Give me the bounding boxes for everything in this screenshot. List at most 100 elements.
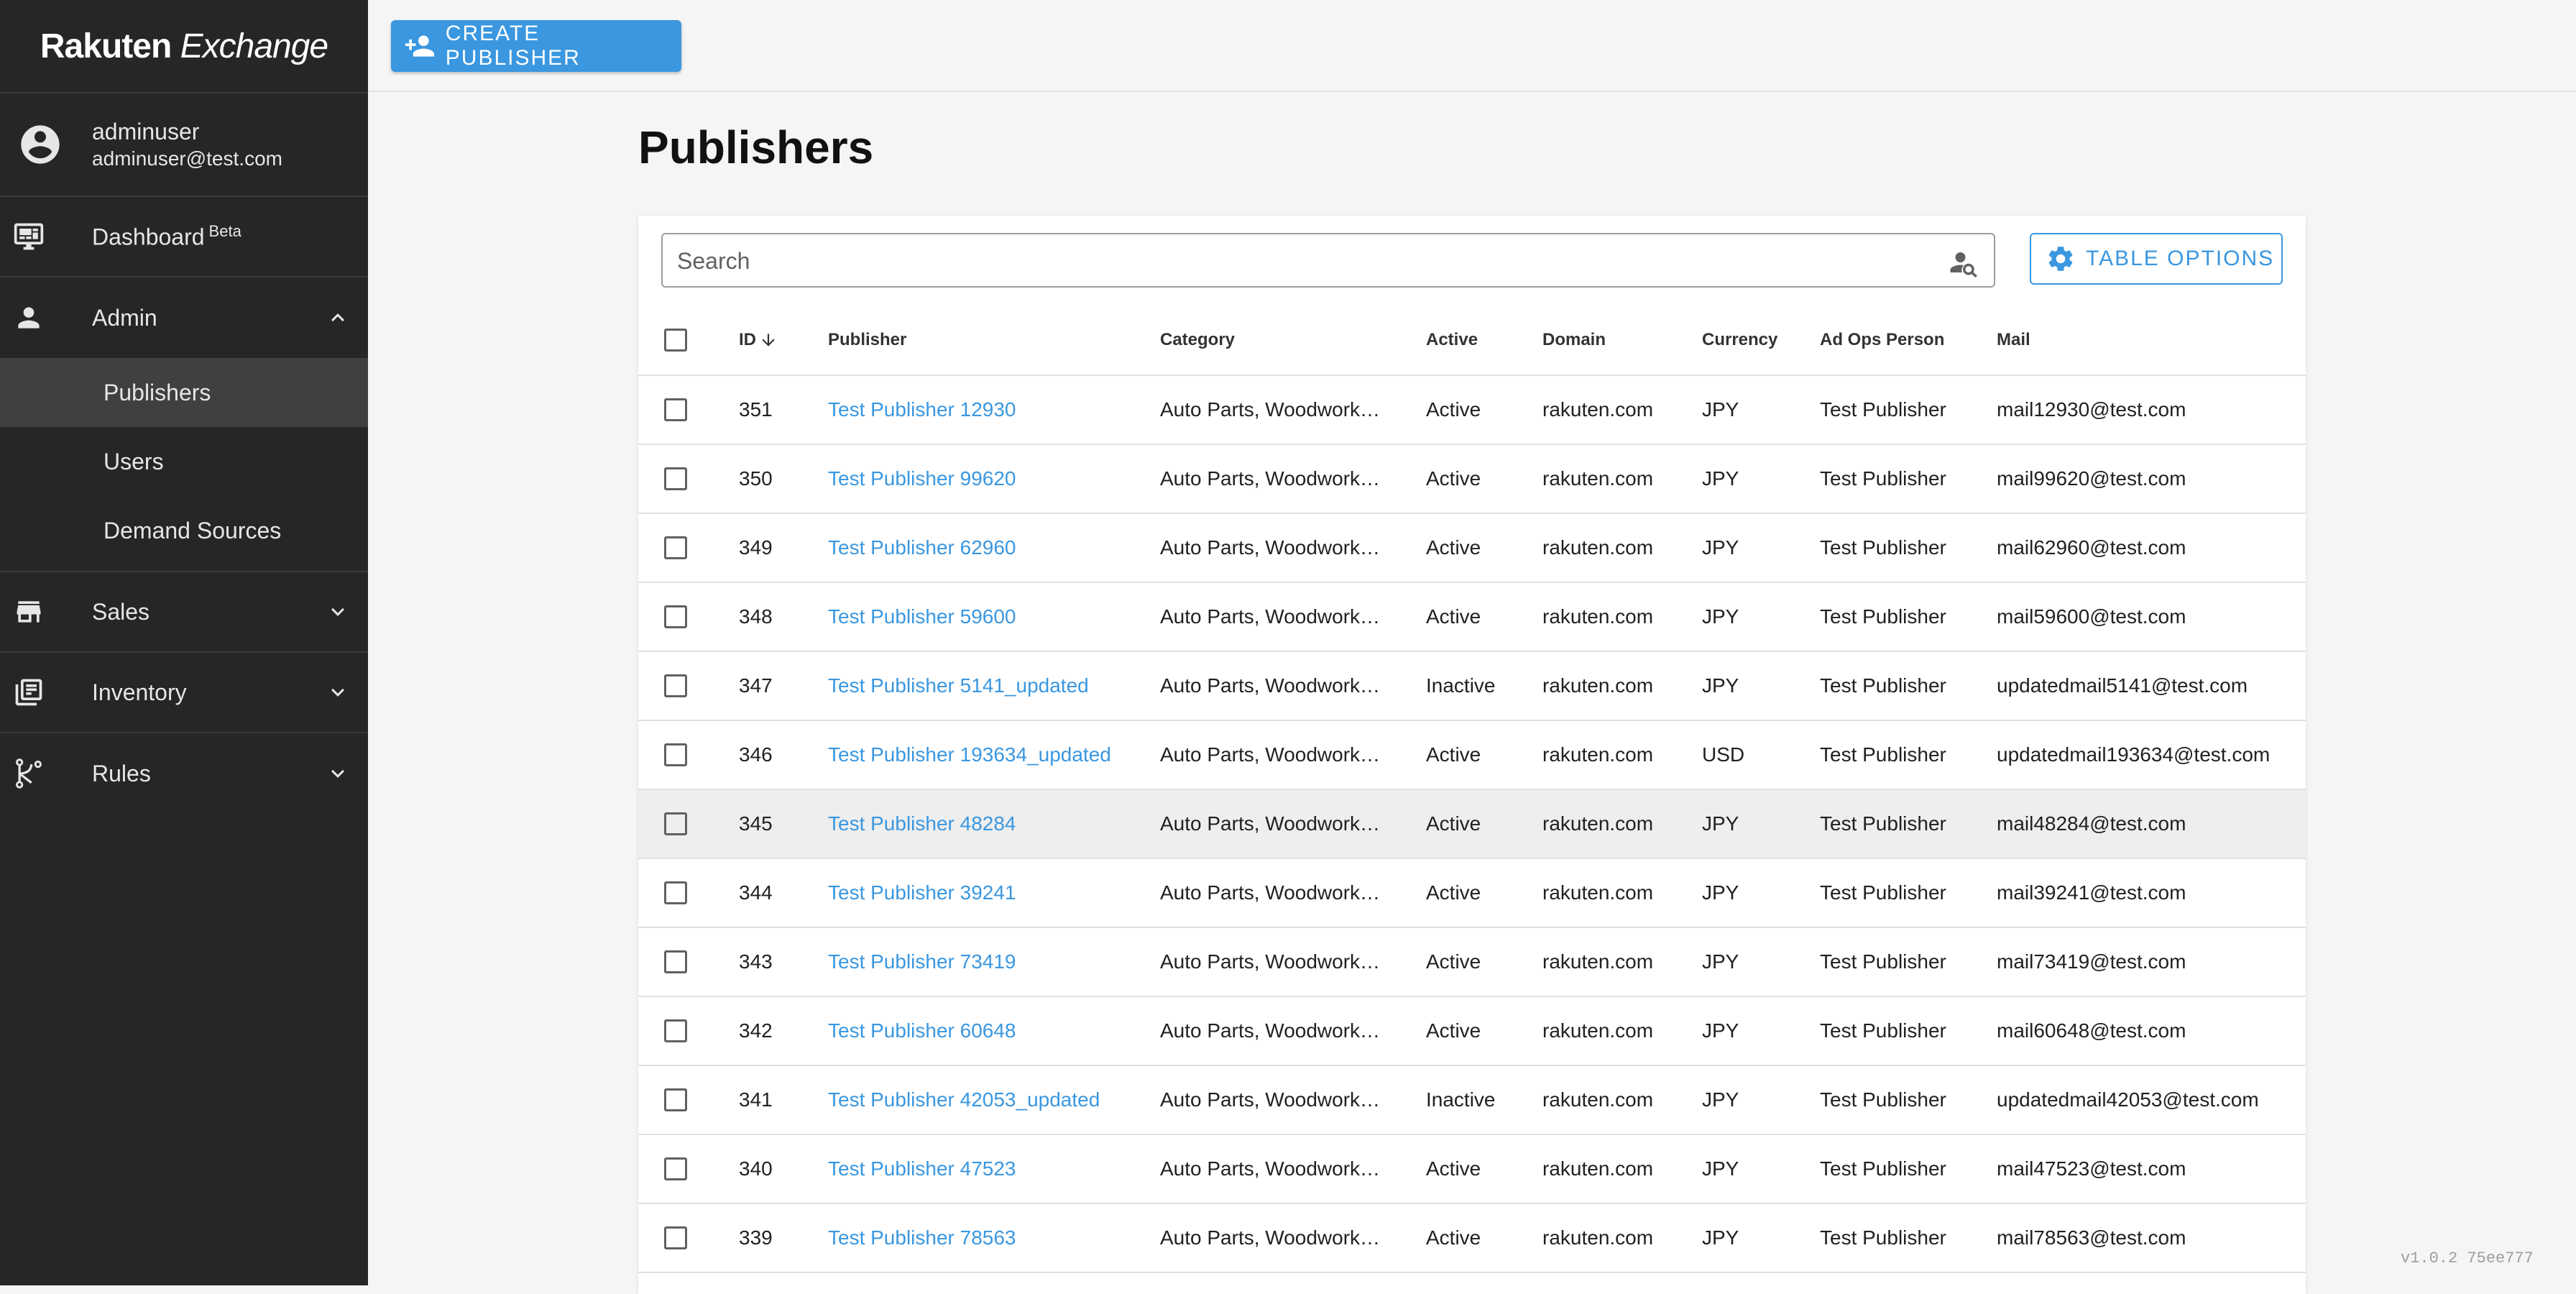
search-field[interactable]: [661, 233, 1995, 288]
publisher-link[interactable]: Test Publisher 62960: [828, 536, 1016, 559]
table-row[interactable]: 341 Test Publisher 42053_updated Auto Part…: [638, 1065, 2306, 1134]
publisher-link[interactable]: Test Publisher 12930: [828, 398, 1016, 421]
cell-mail: mail48284@test.com: [1997, 812, 2186, 835]
column-header-mail[interactable]: Mail: [1997, 305, 2306, 376]
row-checkbox[interactable]: [664, 1088, 687, 1111]
publisher-link[interactable]: Test Publisher 42053_updated: [828, 1088, 1100, 1111]
row-checkbox[interactable]: [664, 881, 687, 904]
chevron-down-icon[interactable]: [325, 679, 351, 705]
cell-active: Active: [1426, 1019, 1481, 1042]
table-row[interactable]: 350 Test Publisher 99620 Auto Parts, Woodw…: [638, 444, 2306, 513]
cell-mail: mail60648@test.com: [1997, 1019, 2186, 1042]
publisher-link[interactable]: Test Publisher 193634_updated: [828, 743, 1111, 766]
chevron-down-icon[interactable]: [325, 761, 351, 786]
nav-sales-label: Sales: [92, 598, 150, 625]
row-checkbox[interactable]: [664, 743, 687, 766]
table-row[interactable]: 351 Test Publisher 12930 Auto Parts, Woodw…: [638, 375, 2306, 444]
chevron-down-icon[interactable]: [325, 599, 351, 625]
person-search-icon[interactable]: [1948, 247, 1978, 277]
cell-domain: rakuten.com: [1542, 398, 1654, 421]
table-row[interactable]: 340 Test Publisher 47523 Auto Parts, Woodw…: [638, 1134, 2306, 1203]
create-publisher-button[interactable]: CREATE PUBLISHER: [391, 20, 681, 72]
create-publisher-label: CREATE PUBLISHER: [445, 22, 581, 70]
table-row[interactable]: 346 Test Publisher 193634_updated Auto Par…: [638, 720, 2306, 789]
table-row[interactable]: 339 Test Publisher 78563 Auto Parts, Woodw…: [638, 1203, 2306, 1272]
row-select-cell: [638, 444, 739, 513]
column-header-adops[interactable]: Ad Ops Person: [1820, 305, 1997, 376]
column-header-currency[interactable]: Currency: [1702, 305, 1820, 376]
table-row[interactable]: 344 Test Publisher 39241 Auto Parts, Woodw…: [638, 858, 2306, 927]
publisher-link[interactable]: Test Publisher 59600: [828, 605, 1016, 628]
cell-adops: Test Publisher: [1820, 1157, 1946, 1180]
cell-active: Active: [1426, 1226, 1481, 1249]
user-profile[interactable]: adminuser adminuser@test.com: [0, 93, 368, 197]
row-checkbox[interactable]: [664, 1019, 687, 1042]
cell-adops: Test Publisher: [1820, 950, 1946, 973]
nav-rules-label: Rules: [92, 760, 151, 786]
sidebar-item-publishers[interactable]: Publishers: [0, 358, 368, 427]
row-checkbox[interactable]: [664, 536, 687, 559]
publisher-link[interactable]: Test Publisher 99620: [828, 467, 1016, 490]
row-checkbox[interactable]: [664, 605, 687, 628]
cell-currency: JPY: [1702, 398, 1739, 421]
cell-adops: Test Publisher: [1820, 536, 1946, 559]
nav-admin-group: Admin Publishers Users Demand Sources: [0, 277, 368, 572]
select-all-checkbox[interactable]: [664, 328, 687, 352]
cell-id: 349: [739, 536, 773, 559]
sidebar-item-users[interactable]: Users: [0, 427, 368, 496]
nav-sales[interactable]: Sales: [0, 572, 368, 653]
publisher-link[interactable]: Test Publisher 39241: [828, 881, 1016, 904]
nav-dashboard[interactable]: Dashboard Beta: [0, 197, 368, 277]
publisher-link[interactable]: Test Publisher 73419: [828, 950, 1016, 973]
table-row[interactable]: 343 Test Publisher 73419 Auto Parts, Woodw…: [638, 927, 2306, 996]
column-header-category[interactable]: Category: [1160, 305, 1426, 376]
table-options-button[interactable]: TABLE OPTIONS: [2030, 233, 2283, 285]
row-checkbox[interactable]: [664, 1157, 687, 1180]
publisher-link[interactable]: Test Publisher 47523: [828, 1157, 1016, 1180]
cell-currency: JPY: [1702, 1226, 1739, 1249]
cell-id: 341: [739, 1088, 773, 1111]
publisher-link[interactable]: Test Publisher 48284: [828, 812, 1016, 835]
row-checkbox[interactable]: [664, 1226, 687, 1249]
cell-mail: mail73419@test.com: [1997, 950, 2186, 973]
nav-admin[interactable]: Admin: [0, 277, 368, 358]
row-checkbox[interactable]: [664, 674, 687, 697]
table-header-row: ID Publisher Category Active Domain Curr…: [638, 305, 2306, 376]
cell-mail: mail78563@test.com: [1997, 1226, 2186, 1249]
beta-badge: Beta: [208, 222, 242, 241]
column-header-domain[interactable]: Domain: [1542, 305, 1702, 376]
monitor-dashboard-icon: [14, 223, 44, 250]
row-select-cell: [638, 858, 739, 927]
row-checkbox[interactable]: [664, 950, 687, 973]
table-row[interactable]: 345 Test Publisher 48284 Auto Parts, Woodw…: [638, 789, 2306, 858]
nav-rules[interactable]: Rules: [0, 733, 368, 814]
cell-publisher: Test Publisher 42053_updated: [828, 1065, 1160, 1134]
table-row[interactable]: 349 Test Publisher 62960 Auto Parts, Woodw…: [638, 513, 2306, 582]
row-checkbox[interactable]: [664, 467, 687, 490]
cell-domain: rakuten.com: [1542, 1088, 1654, 1111]
row-checkbox[interactable]: [664, 398, 687, 421]
search-input[interactable]: [676, 242, 1944, 280]
column-header-id[interactable]: ID: [739, 305, 828, 376]
cell-active: Active: [1426, 881, 1481, 904]
publisher-link[interactable]: Test Publisher 60648: [828, 1019, 1016, 1042]
row-checkbox[interactable]: [664, 812, 687, 835]
cell-adops: Test Publisher: [1820, 1088, 1946, 1111]
chevron-up-icon[interactable]: [325, 305, 351, 331]
nav-inventory[interactable]: Inventory: [0, 653, 368, 733]
publisher-link[interactable]: Test Publisher 5141_updated: [828, 674, 1089, 697]
cell-currency: JPY: [1702, 950, 1739, 973]
logo[interactable]: Rakuten Exchange: [0, 0, 368, 93]
cell-category: Auto Parts, Woodwork…: [1160, 1088, 1381, 1111]
table-row[interactable]: 348 Test Publisher 59600 Auto Parts, Woodw…: [638, 582, 2306, 651]
column-header-publisher[interactable]: Publisher: [828, 305, 1160, 376]
cell-mail: mail62960@test.com: [1997, 536, 2186, 559]
sidebar-item-demand-sources[interactable]: Demand Sources: [0, 496, 368, 565]
row-select-cell: [638, 996, 739, 1065]
publisher-link[interactable]: Test Publisher 78563: [828, 1226, 1016, 1249]
column-header-active[interactable]: Active: [1426, 305, 1542, 376]
table-row[interactable]: 347 Test Publisher 5141_updated Auto Parts…: [638, 651, 2306, 720]
cell-domain: rakuten.com: [1542, 950, 1654, 973]
cell-adops: Test Publisher: [1820, 1019, 1946, 1042]
table-row[interactable]: 342 Test Publisher 60648 Auto Parts, Woodw…: [638, 996, 2306, 1065]
